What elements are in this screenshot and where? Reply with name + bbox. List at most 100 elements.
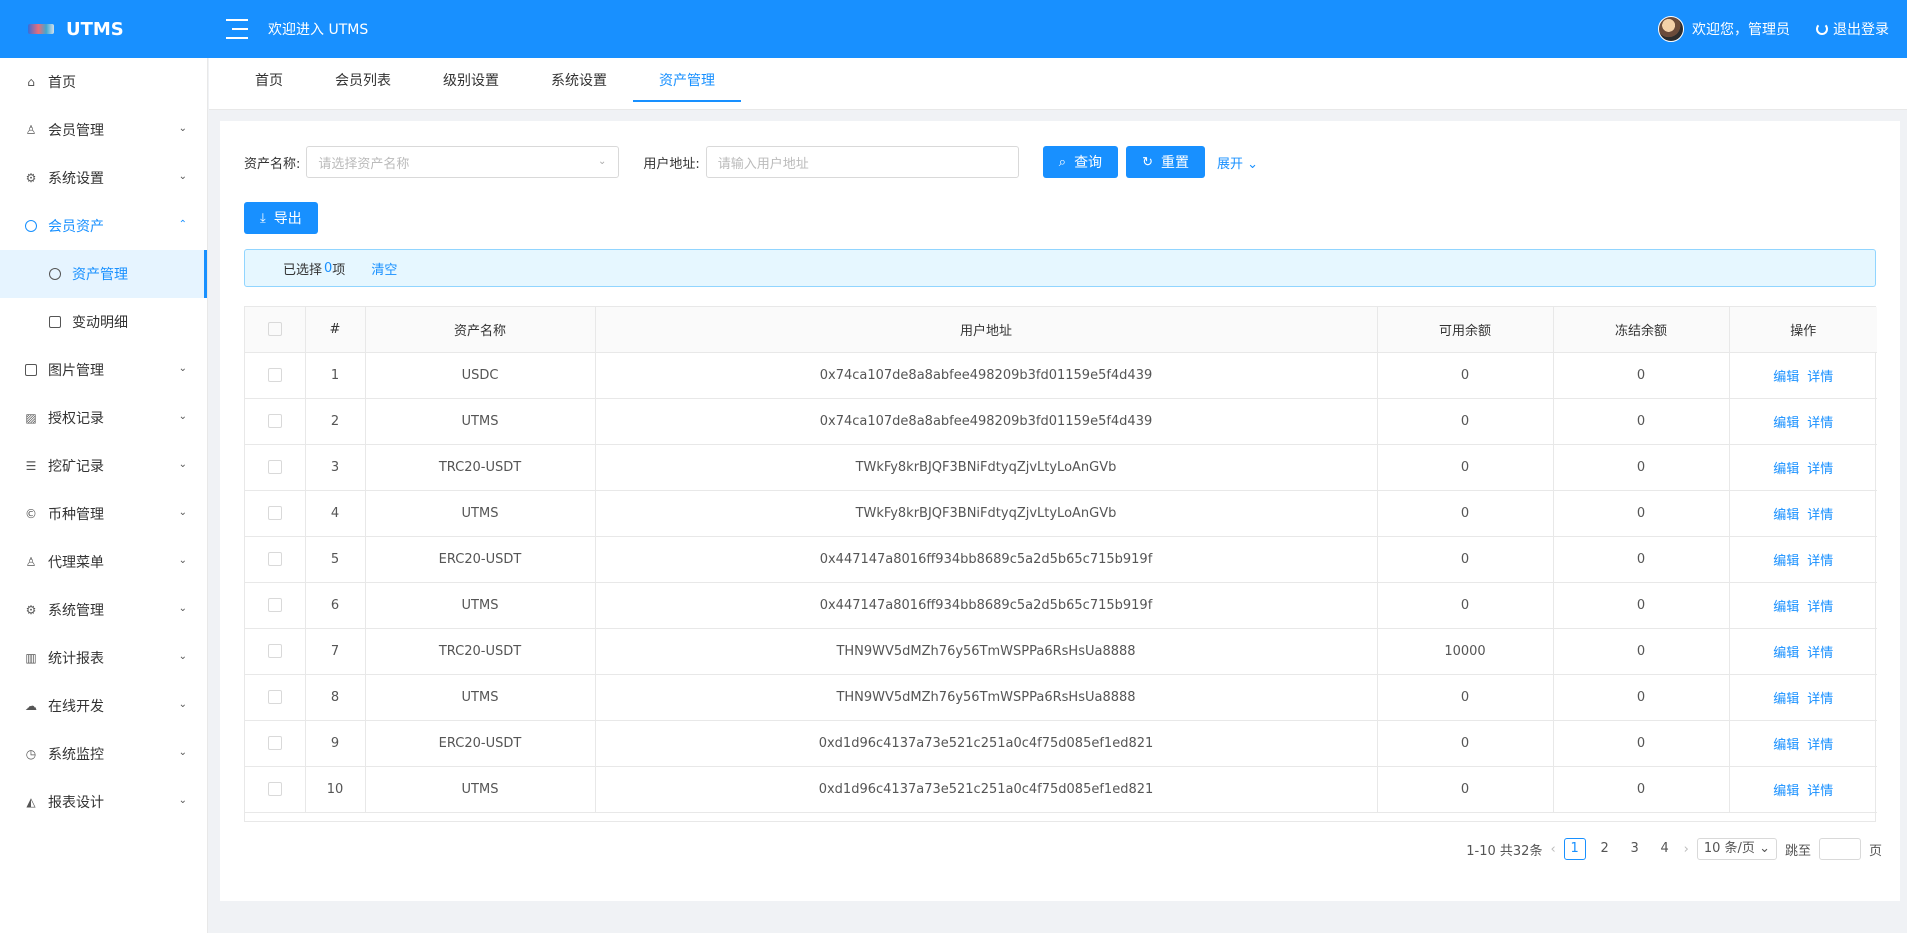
cell-user-address: 0xd1d96c4137a73e521c251a0c4f75d085ef1ed8… [595, 766, 1378, 813]
detail-link[interactable]: 详情 [1807, 600, 1833, 615]
sidebar-item-member-assets[interactable]: 会员资产 ⌃ [0, 202, 207, 250]
chevron-down-icon: ⌄ [1247, 156, 1259, 172]
user-address-input[interactable]: 请输入用户地址 [705, 146, 1019, 178]
sidebar-item-statistics-reports[interactable]: ▥ 统计报表 ⌄ [0, 634, 207, 682]
edit-link[interactable]: 编辑 [1773, 416, 1799, 431]
column-header-user-address: 用户地址 [595, 307, 1378, 353]
sidebar-item-label: 系统管理 [48, 603, 104, 619]
reset-button[interactable]: ↻ 重置 [1126, 146, 1205, 178]
edit-link[interactable]: 编辑 [1773, 738, 1799, 753]
sidebar-item-online-development[interactable]: ☁ 在线开发 ⌄ [0, 682, 207, 730]
cell-actions: 编辑 详情 [1729, 490, 1877, 537]
cell-available-balance: 0 [1377, 674, 1554, 721]
selection-count: 0 [324, 260, 333, 276]
sidebar-item-system-management[interactable]: ⚙ 系统管理 ⌄ [0, 586, 207, 634]
detail-link[interactable]: 详情 [1807, 784, 1833, 799]
expand-link[interactable]: 展开 ⌄ [1217, 153, 1258, 172]
detail-link[interactable]: 详情 [1807, 738, 1833, 753]
page-4[interactable]: 4 [1654, 838, 1676, 860]
cell-available-balance: 0 [1377, 398, 1554, 445]
chevron-down-icon: ⌄ [178, 747, 187, 758]
gear-icon: ⚙ [25, 603, 37, 617]
sidebar-item-image-management[interactable]: 图片管理 ⌄ [0, 346, 207, 394]
sidebar-item-change-details[interactable]: 变动明细 [0, 298, 207, 346]
sidebar-item-asset-management[interactable]: 资产管理 [0, 250, 207, 298]
cell-index: 9 [305, 720, 366, 767]
edit-link[interactable]: 编辑 [1773, 646, 1799, 661]
jump-page-input[interactable] [1818, 838, 1861, 860]
row-checkbox[interactable] [267, 598, 282, 612]
row-checkbox[interactable] [267, 506, 282, 520]
page-2[interactable]: 2 [1594, 838, 1616, 860]
sidebar-item-member-management[interactable]: ♙ 会员管理 ⌄ [0, 106, 207, 154]
asset-table: # 资产名称 用户地址 可用余额 冻结余额 操作 1 USDC 0x74ca107d… [244, 306, 1877, 822]
cell-actions: 编辑 详情 [1729, 628, 1877, 675]
row-checkbox[interactable] [267, 782, 282, 796]
selection-prefix: 已选择 [283, 262, 323, 278]
avatar[interactable] [1658, 16, 1684, 42]
asset-name-placeholder: 请选择资产名称 [318, 156, 410, 172]
prev-page-icon[interactable]: ‹ [1550, 842, 1555, 857]
page-1[interactable]: 1 [1563, 838, 1586, 860]
edit-link[interactable]: 编辑 [1773, 784, 1799, 799]
edit-link[interactable]: 编辑 [1773, 692, 1799, 707]
cell-actions: 编辑 详情 [1729, 720, 1877, 767]
page-3[interactable]: 3 [1624, 838, 1646, 860]
sidebar-item-system-settings[interactable]: ⚙ 系统设置 ⌄ [0, 154, 207, 202]
sidebar-item-home[interactable]: ⌂ 首页 [0, 58, 207, 106]
edit-link[interactable]: 编辑 [1773, 600, 1799, 615]
row-select-cell [245, 444, 306, 491]
cell-frozen-balance: 0 [1553, 628, 1730, 675]
tab-level-settings[interactable]: 级别设置 [417, 58, 525, 110]
row-checkbox[interactable] [267, 644, 282, 658]
page-size-select[interactable]: 10 条/页 ⌄ [1696, 838, 1777, 860]
download-icon: ⤓ [260, 210, 266, 225]
detail-link[interactable]: 详情 [1807, 508, 1833, 523]
sidebar-item-label: 授权记录 [48, 411, 104, 427]
tab-home[interactable]: 首页 [229, 58, 309, 110]
row-checkbox[interactable] [267, 736, 282, 750]
tab-asset-management[interactable]: 资产管理 [633, 58, 741, 110]
detail-link[interactable]: 详情 [1807, 692, 1833, 707]
sidebar-item-report-design[interactable]: ◭ 报表设计 ⌄ [0, 778, 207, 826]
row-checkbox[interactable] [267, 690, 282, 704]
sidebar: ⌂ 首页 ♙ 会员管理 ⌄ ⚙ 系统设置 ⌄ 会员资产 ⌃ 资产管理 变动明细 … [0, 58, 208, 933]
row-checkbox[interactable] [267, 552, 282, 566]
tab-system-settings[interactable]: 系统设置 [525, 58, 633, 110]
clear-selection-link[interactable]: 清空 [371, 259, 397, 278]
bar-chart-icon: ▥ [25, 651, 37, 665]
edit-link[interactable]: 编辑 [1773, 554, 1799, 569]
row-checkbox[interactable] [267, 368, 282, 382]
edit-link[interactable]: 编辑 [1773, 462, 1799, 477]
detail-link[interactable]: 详情 [1807, 370, 1833, 385]
sidebar-item-agent-menu[interactable]: ♙ 代理菜单 ⌄ [0, 538, 207, 586]
cell-actions: 编辑 详情 [1729, 444, 1877, 491]
sidebar-item-mining-records[interactable]: ☰ 挖矿记录 ⌄ [0, 442, 207, 490]
edit-link[interactable]: 编辑 [1773, 370, 1799, 385]
edit-link[interactable]: 编辑 [1773, 508, 1799, 523]
sidebar-item-label: 挖矿记录 [48, 459, 104, 475]
cell-index: 5 [305, 536, 366, 583]
detail-link[interactable]: 详情 [1807, 646, 1833, 661]
selection-suffix: 项 [332, 262, 346, 278]
next-page-icon[interactable]: › [1684, 842, 1689, 857]
logout-button[interactable]: 退出登录 [1816, 19, 1889, 39]
asset-name-select[interactable]: 请选择资产名称 ⌄ [306, 146, 620, 178]
cell-asset-name: TRC20-USDT [365, 444, 596, 491]
sidebar-item-currency-management[interactable]: © 币种管理 ⌄ [0, 490, 207, 538]
export-button[interactable]: ⤓ 导出 [244, 202, 318, 234]
sidebar-item-system-monitor[interactable]: ◷ 系统监控 ⌄ [0, 730, 207, 778]
row-checkbox[interactable] [267, 414, 282, 428]
user-greeting[interactable]: 欢迎您，管理员 [1692, 19, 1790, 39]
detail-link[interactable]: 详情 [1807, 554, 1833, 569]
menu-toggle-icon[interactable] [226, 19, 248, 39]
sidebar-item-authorization-records[interactable]: ▨ 授权记录 ⌄ [0, 394, 207, 442]
query-button[interactable]: ⌕ 查询 [1042, 146, 1119, 178]
chevron-down-icon: ⌄ [178, 363, 187, 374]
detail-link[interactable]: 详情 [1807, 416, 1833, 431]
tab-member-list[interactable]: 会员列表 [309, 58, 417, 110]
row-checkbox[interactable] [267, 460, 282, 474]
select-all-checkbox[interactable] [267, 322, 282, 337]
app-logo[interactable]: UTMS [0, 0, 208, 58]
detail-link[interactable]: 详情 [1807, 462, 1833, 477]
